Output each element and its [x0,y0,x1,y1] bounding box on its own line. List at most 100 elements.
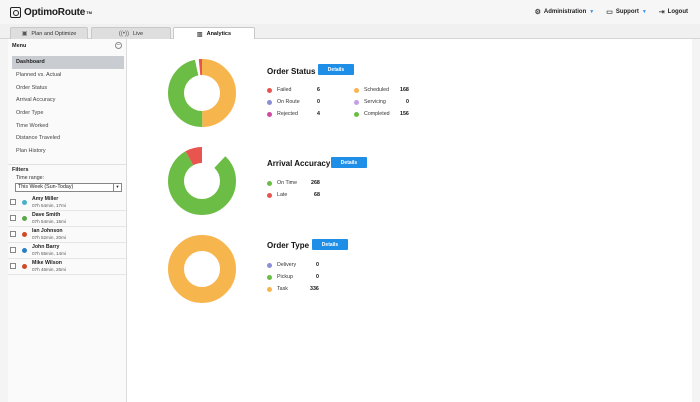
driver-row[interactable]: Amy Miller 07h 54min, 17mi [8,195,126,211]
arrival-accuracy-donut[interactable] [166,145,238,217]
order-type-title: Order Type [267,241,310,250]
driver-list: Amy Miller 07h 54min, 17mi Dave Smith 07… [8,195,126,275]
app-name: OptimoRoute [24,6,86,18]
app-logo[interactable]: OptimoRoute TM [10,6,92,18]
sidebar-item-order-type[interactable]: Order Type [8,107,126,120]
driver-checkbox[interactable] [10,263,16,269]
driver-info: Dave Smith 07h 54min, 15mi [32,212,66,224]
driver-row[interactable]: Ian Johnson 07h 52min, 20mi [8,227,126,243]
legend-label: Scheduled [364,87,390,93]
legend-value: 156 [400,111,409,117]
chevron-down-icon: ▼ [641,9,647,15]
sidebar-item-arrival-accuracy[interactable]: Arrival Accuracy [8,94,126,107]
driver-name: Dave Smith [32,212,61,218]
legend-label: Rejected [277,111,298,117]
driver-info: John Barry 07h 55min, 14mi [32,244,66,256]
driver-color-dot [22,231,27,237]
order-status-donut[interactable] [166,57,238,129]
order-status-details-button[interactable]: Details [318,64,354,75]
driver-row[interactable]: Dave Smith 07h 54min, 15mi [8,211,126,227]
driver-stats: 07h 55min, 14mi [32,251,66,256]
driver-checkbox[interactable] [10,231,16,237]
legend-dot [267,180,272,186]
sidebar-item-time-worked[interactable]: Time Worked [8,119,126,132]
legend-on-route: On Route 0 [267,98,320,106]
driver-stats: 07h 54min, 15mi [32,219,66,224]
filters-title: Filters [8,163,126,174]
menu-list: Dashboard Planned vs. Actual Order Statu… [8,56,126,158]
order-type-details-button[interactable]: Details [312,239,348,250]
collapse-icon[interactable]: − [115,42,122,49]
driver-stats: 07h 54min, 17mi [32,203,66,208]
driver-info: Amy Miller 07h 54min, 17mi [32,196,66,208]
driver-info: Mike Wilson 07h 46min, 26mi [32,260,66,272]
sidebar: Menu − Dashboard Planned vs. Actual Orde… [8,39,127,402]
calendar-icon: ▣ [21,31,28,37]
sidebar-item-planned-vs-actual[interactable]: Planned vs. Actual [8,69,126,82]
driver-row[interactable]: John Barry 07h 55min, 14mi [8,243,126,259]
driver-checkbox[interactable] [10,199,16,205]
legend-label: On Route [277,99,300,105]
support-menu[interactable]: ▭ Support ▼ [606,8,647,16]
driver-color-dot [22,247,27,253]
menu-title: Menu [12,42,27,49]
broadcast-icon: ((•)) [118,30,129,37]
tab-live[interactable]: ((•)) Live [91,27,171,39]
sidebar-item-order-status[interactable]: Order Status [8,81,126,94]
driver-name: John Barry [32,244,60,250]
order-type-donut[interactable] [166,233,238,305]
left-margin [0,39,8,402]
time-range-select[interactable]: This Week (Sun-Today) ▼ [15,182,122,192]
sidebar-item-plan-history[interactable]: Plan History [8,145,126,158]
legend-dot [267,87,272,93]
driver-color-dot [22,215,27,221]
logout-icon: ⇥ [658,9,665,16]
legend-task: Task 336 [267,285,319,293]
tab-label: Live [133,30,144,37]
tab-label: Plan and Optimize [31,30,77,37]
administration-menu[interactable]: ⚙ Administration ▼ [535,8,595,16]
driver-info: Ian Johnson 07h 52min, 20mi [32,228,66,240]
legend-dot [267,99,272,105]
driver-name: Amy Miller [32,196,59,202]
sidebar-item-dashboard[interactable]: Dashboard [12,56,124,69]
driver-checkbox[interactable] [10,215,16,221]
top-nav: ⚙ Administration ▼ ▭ Support ▼ ⇥ Logout [523,8,688,16]
main-tabs: ▣ Plan and Optimize ((•)) Live ▥ Analyti… [0,24,700,40]
logout-button[interactable]: ⇥ Logout [659,8,688,16]
bar-chart-icon: ▥ [196,31,203,38]
legend-label: Task [277,286,288,292]
legend-dot [267,274,272,280]
order-status-section: Order Status Details Failed 6 On Route 0… [128,55,688,145]
legend-servicing: Servicing 0 [354,98,409,106]
legend-label: On Time [277,180,298,186]
legend-label: Servicing [364,99,386,105]
legend-label: Pickup [277,274,293,280]
gear-icon: ⚙ [534,9,541,16]
driver-stats: 07h 46min, 26mi [32,267,66,272]
driver-color-dot [22,263,27,269]
sidebar-item-distance-traveled[interactable]: Distance Traveled [8,132,126,145]
donut-slice-task[interactable] [168,235,236,303]
legend-dot [354,87,359,93]
legend-value: 0 [316,262,319,268]
arrival-accuracy-details-button[interactable]: Details [331,157,367,168]
driver-row[interactable]: Mike Wilson 07h 46min, 26mi [8,259,126,275]
legend-value: 68 [314,192,320,198]
legend-value: 0 [317,99,320,105]
legend-on-time: On Time 268 [267,179,320,187]
dashboard-main: Order Status Details Failed 6 On Route 0… [128,39,700,402]
driver-checkbox[interactable] [10,247,16,253]
administration-label: Administration [543,9,587,15]
legend-delivery: Delivery 0 [267,261,319,269]
tab-plan-and-optimize[interactable]: ▣ Plan and Optimize [10,27,88,39]
order-status-title: Order Status [267,67,316,76]
logo-icon [10,6,21,18]
driver-name: Ian Johnson [32,228,63,234]
logout-label: Logout [667,9,688,15]
driver-color-dot [22,199,27,205]
top-bar: OptimoRoute TM ⚙ Administration ▼ ▭ Suppo… [0,0,700,24]
legend-pickup: Pickup 0 [267,273,319,281]
legend-failed: Failed 6 [267,86,320,94]
driver-stats: 07h 52min, 20mi [32,235,66,240]
